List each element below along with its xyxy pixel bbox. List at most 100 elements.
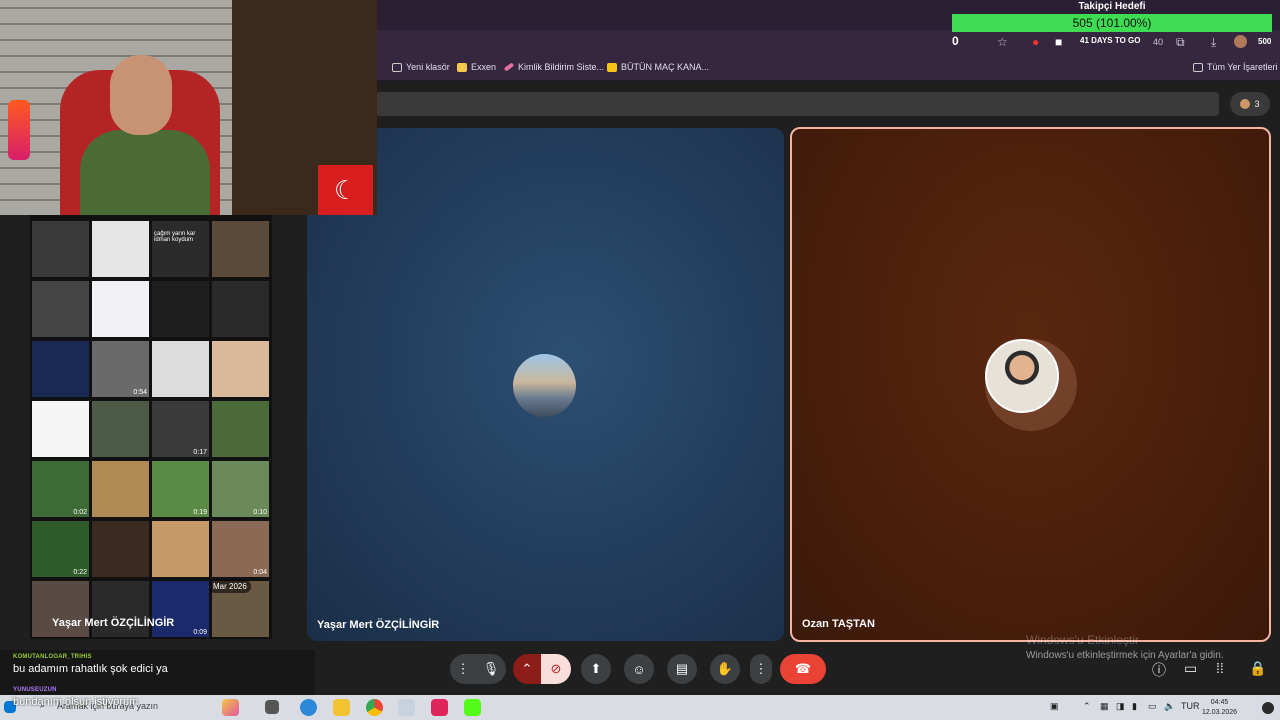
gallery-thumb [32,341,89,397]
gallery-thumb: 0:54 [92,341,149,397]
gallery-thumb: 0:02 [32,461,89,517]
gallery-thumb [212,221,269,277]
microphone-button[interactable]: 🎙 [476,654,506,684]
gallery-thumb [212,401,269,457]
tray-icon[interactable]: ▮ [1132,701,1137,712]
exxen-icon [457,62,467,72]
bookmark-butun-mac[interactable]: BÜTÜN MAÇ KANA... [607,62,709,72]
audio-settings-button[interactable]: ⋮ [450,654,476,684]
chat-username: YUNUSEUZUN [13,687,57,693]
gallery-thumb [92,281,149,337]
all-bookmarks[interactable]: Tüm Yer İşaretleri [1193,62,1278,72]
reactions-button[interactable]: ☺ [624,654,654,684]
gallery-thumb [32,281,89,337]
kick-icon[interactable] [464,699,481,716]
extension-badge-icon[interactable]: 40 [1153,35,1163,49]
windows-taskbar: ⌕ Aramak için buraya yazın ▣ ⌃ ▦ ◨ ▮ ▭ 🔈… [0,695,1280,720]
participant-tile-ozan[interactable]: Ozan TAŞTAN [790,127,1271,642]
camera-toggle-button[interactable]: ⊘ [541,654,571,684]
streamer-head [110,55,172,135]
chat-message: bu adamım rahatlık şok edici ya [13,663,168,675]
language-indicator[interactable]: TUR [1181,701,1200,711]
network-icon[interactable]: ▭ [1148,701,1157,712]
streamer-webcam: ☾ [0,0,377,215]
chat-icon[interactable]: ▭ [1184,660,1197,677]
bookmark-yeni-klasor[interactable]: Yeni klasör [392,62,450,72]
participant-count: 3 [1254,99,1260,109]
follower-goal-widget: Takipçi Hedefi 505 (101.00%) [952,0,1272,34]
profile-avatar[interactable] [1234,35,1247,48]
stream-chat: KOMUTANLOGAR_TRIHIS bu adamım rahatlık ş… [0,650,315,695]
gallery-thumb: 0:04 [212,521,269,577]
video-duration: 0:19 [193,509,207,516]
streamer [80,55,210,215]
jp-icon [607,62,617,72]
gallery-date-badge: Mar 2026 [209,580,251,593]
info-icon[interactable]: ⓘ [1152,660,1166,680]
activities-icon[interactable]: ⁞⁞ [1216,660,1224,676]
gallery-thumb [152,521,209,577]
gallery-thumb [92,221,149,277]
bookmark-label: Yeni klasör [406,62,450,72]
raise-hand-button[interactable]: ✋ [710,654,740,684]
chat-username: KOMUTANLOGAR_TRIHIS [13,654,92,660]
captions-button[interactable]: ▤ [667,654,697,684]
clock-date: 12.03.2026 [1202,709,1238,716]
bookmark-exxen[interactable]: Exxen [457,62,496,72]
audio-levels-icon: ⋮ [456,661,470,676]
gallery-thumb [212,281,269,337]
participant-tile-yasar[interactable]: Yaşar Mert ÖZÇİLİNGİR [307,128,784,641]
tray-chevron-up-icon[interactable]: ⌃ [1083,701,1091,712]
star-icon[interactable]: ☆ [997,35,1008,49]
gallery-thumb [212,341,269,397]
gallery-thumb: 0:17 [152,401,209,457]
notifications-icon[interactable] [1262,702,1274,714]
leave-call-button[interactable]: ☎ [780,654,826,684]
days-to-go-badge[interactable]: 41 DAYS TO GO [1080,36,1140,45]
gallery-thumb-text: çağım yarın kar idman koydum [152,221,209,277]
chrome-icon[interactable] [366,699,383,716]
extensions-icon[interactable]: ⧉ [1176,35,1185,49]
activation-watermark-title: Windows'u Etkinleştir [1026,633,1139,647]
camera-off-icon: ⊘ [550,661,562,676]
overlay-participant-name: Yaşar Mert ÖZÇİLİNGİR [52,617,175,629]
download-icon[interactable]: ⤓ [1211,35,1216,49]
video-duration: 0:54 [133,389,147,396]
folder-icon [392,62,402,72]
speaking-indicator [985,339,1077,431]
turkish-flag-icon: ☾ [318,165,373,215]
gallery-thumb [32,221,89,277]
led-lamp [8,100,30,160]
participants-button[interactable]: 3 [1230,92,1270,116]
taskbar-clock[interactable]: 04:45 12.03.2026 [1202,698,1237,718]
volume-icon[interactable]: 🔈 [1164,701,1175,712]
gallery-thumb [152,281,209,337]
video-duration: 0:17 [193,449,207,456]
present-icon: ⬆ [590,661,602,676]
video-duration: 0:02 [73,509,87,516]
video-duration: 0:22 [73,569,87,576]
present-screen-button[interactable]: ⬆ [581,654,611,684]
tray-icon[interactable]: ◨ [1116,701,1125,712]
all-bookmarks-label: Tüm Yer İşaretleri [1207,62,1278,72]
extension-red-icon[interactable]: ● [1032,35,1039,49]
participant-name: Ozan TAŞTAN [802,618,875,630]
bookmark-label: Exxen [471,62,497,72]
gallery-thumb [152,341,209,397]
app-icon[interactable] [398,699,415,716]
extension-white-icon[interactable]: ■ [1055,35,1062,49]
copilot-icon[interactable] [300,699,317,716]
file-explorer-icon[interactable] [333,699,350,716]
more-options-button[interactable]: ⋮ [750,654,772,684]
tray-icon[interactable]: ▦ [1100,701,1109,712]
follower-goal-title: Takipçi Hedefi [1078,1,1146,12]
tray-icon[interactable]: ▣ [1050,701,1059,712]
app-red-icon[interactable] [431,699,448,716]
chevron-up-icon: ⌃ [521,661,533,676]
bookmark-kimlik[interactable]: Kimlik Bildirim Siste... [503,62,604,72]
meet-info-bar [376,92,1219,116]
widget-icon[interactable] [222,699,239,716]
task-view-icon[interactable] [265,700,279,714]
host-controls-icon[interactable]: 🔒 [1249,660,1266,677]
video-options-button[interactable]: ⌃ [513,654,541,684]
